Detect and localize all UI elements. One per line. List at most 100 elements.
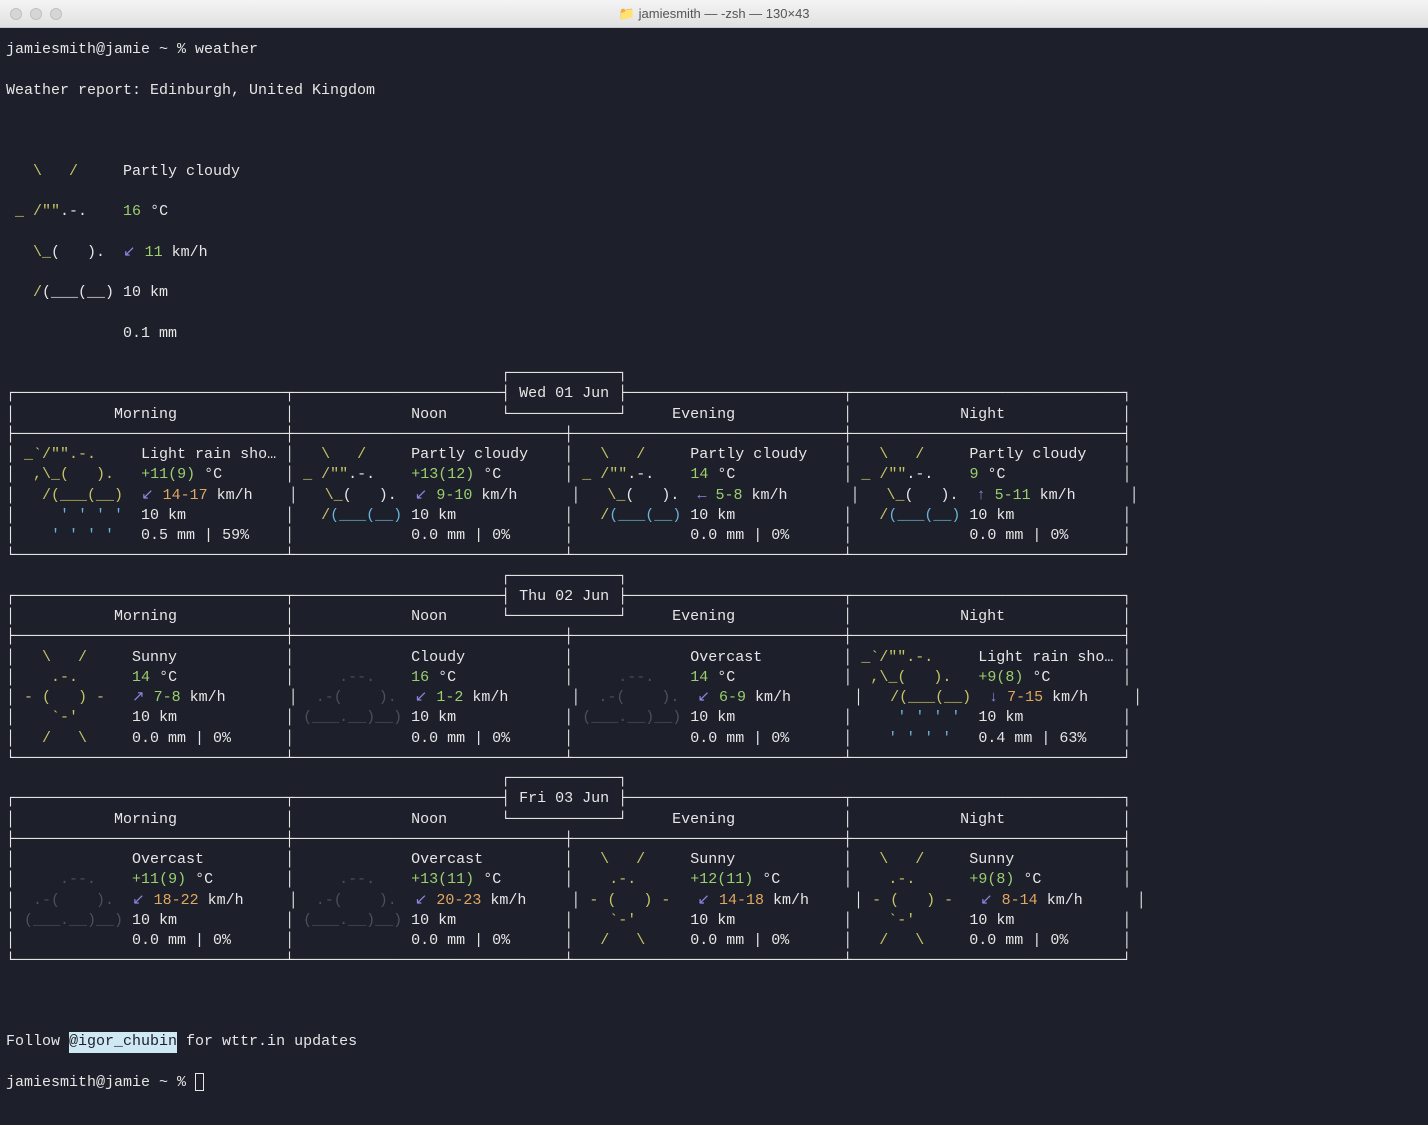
weather-art: .-( ). bbox=[580, 688, 679, 708]
spacer bbox=[6, 324, 123, 344]
follow-text: Follow bbox=[6, 1032, 69, 1052]
spacer bbox=[1050, 668, 1122, 688]
weather-art: .--. bbox=[294, 870, 375, 890]
spacer bbox=[526, 891, 571, 911]
box-border: │ bbox=[6, 931, 15, 951]
box-border: │ bbox=[6, 526, 15, 546]
condition-label: Sunny bbox=[87, 648, 177, 668]
precip-value: 0.5 mm | 59% bbox=[114, 526, 249, 546]
prompt-line: jamiesmith@jamie ~ % bbox=[6, 40, 195, 60]
box-border: │ bbox=[564, 445, 573, 465]
rain-art: ' ' ' ' bbox=[897, 708, 960, 728]
spacer bbox=[573, 526, 690, 546]
twitter-handle-link[interactable]: @igor_chubin bbox=[69, 1032, 177, 1052]
spacer bbox=[375, 465, 411, 485]
spacer bbox=[177, 668, 285, 688]
weather-art: / bbox=[6, 283, 42, 303]
box-border: │ bbox=[6, 668, 15, 688]
box-border: ┌────────────┐ bbox=[6, 769, 627, 789]
box-border: │ bbox=[843, 911, 852, 931]
box-border: │ bbox=[564, 911, 573, 931]
condition-label: Overcast bbox=[690, 648, 762, 668]
spacer bbox=[508, 688, 571, 708]
spacer bbox=[294, 526, 411, 546]
temperature-value: +11 bbox=[132, 870, 159, 890]
spacer bbox=[789, 729, 843, 749]
spacer bbox=[735, 465, 843, 485]
spacer bbox=[1086, 729, 1122, 749]
spacer bbox=[762, 648, 843, 668]
wind-arrow-icon: ↙ bbox=[697, 891, 710, 911]
spacer bbox=[735, 911, 843, 931]
temperature-value: 14 bbox=[690, 668, 708, 688]
box-border: ┌──────────────────────────────┬────────… bbox=[6, 789, 510, 809]
spacer bbox=[1023, 708, 1122, 728]
weather-art: (___.__)__) bbox=[294, 708, 402, 728]
spacer bbox=[1041, 870, 1122, 890]
box-border: │ bbox=[6, 870, 15, 890]
temperature-unit: °C bbox=[753, 870, 780, 890]
spacer bbox=[105, 688, 132, 708]
wind-arrow-icon: ↙ bbox=[123, 243, 136, 263]
box-border: │ bbox=[285, 465, 294, 485]
box-border: │ bbox=[843, 668, 852, 688]
spacer bbox=[791, 688, 854, 708]
box-border: │ bbox=[6, 648, 15, 668]
spacer bbox=[294, 931, 411, 951]
spacer bbox=[636, 870, 690, 890]
wind-arrow-icon: ↙ bbox=[141, 486, 154, 506]
report-line: Weather report: Edinburgh, United Kingdo… bbox=[6, 81, 375, 101]
spacer bbox=[510, 931, 564, 951]
box-border: ┌──────────────────────────────┬────────… bbox=[6, 587, 510, 607]
box-border: │ bbox=[854, 688, 863, 708]
weather-art: `-' bbox=[852, 911, 915, 931]
terminal-output[interactable]: jamiesmith@jamie ~ % weather Weather rep… bbox=[0, 28, 1428, 1125]
cursor-icon bbox=[195, 1073, 204, 1091]
weather-art: .-. bbox=[15, 668, 78, 688]
box-border: │ bbox=[6, 506, 15, 526]
follow-text: for wttr.in updates bbox=[177, 1032, 357, 1052]
wind-arrow-icon: ← bbox=[697, 486, 706, 506]
spacer bbox=[953, 891, 980, 911]
weather-art: \ / bbox=[6, 162, 78, 182]
weather-art: _ /"" bbox=[852, 465, 906, 485]
box-border: │ bbox=[1122, 506, 1131, 526]
spacer bbox=[1014, 506, 1122, 526]
spacer bbox=[789, 526, 843, 546]
weather-art: / \ bbox=[15, 729, 87, 749]
header-row: │ Morning │ Noon └────────────┘ Evening … bbox=[6, 810, 1131, 830]
wind-unit: km/h bbox=[1031, 486, 1076, 506]
box-border: │ bbox=[843, 729, 852, 749]
date-label: Fri 03 Jun bbox=[510, 789, 618, 809]
weather-art: .-( ). bbox=[298, 688, 397, 708]
box-border: │ bbox=[1122, 668, 1131, 688]
wind-arrow-icon: ↙ bbox=[415, 486, 428, 506]
box-border: │ bbox=[285, 911, 294, 931]
wind-speed: 11 bbox=[136, 243, 163, 263]
wind-unit: km/h bbox=[746, 688, 791, 708]
weather-art: / bbox=[573, 506, 609, 526]
visibility-value: 10 km bbox=[402, 911, 456, 931]
weather-art: _`/"".-. bbox=[15, 445, 132, 465]
temperature-value: 16 bbox=[411, 668, 429, 688]
visibility-value: 10 km bbox=[402, 506, 456, 526]
box-border: │ bbox=[285, 870, 294, 890]
condition-label: Sunny bbox=[924, 850, 1014, 870]
precip-value: 0.0 mm | 0% bbox=[924, 931, 1068, 951]
weather-art: \_ bbox=[580, 486, 625, 506]
spacer bbox=[1014, 850, 1122, 870]
box-border: │ bbox=[843, 445, 852, 465]
spacer bbox=[105, 243, 123, 263]
spacer bbox=[573, 648, 690, 668]
weather-art: .-( ). bbox=[15, 891, 114, 911]
spacer bbox=[249, 526, 285, 546]
spacer bbox=[87, 202, 123, 222]
wind-speed: 5-8 bbox=[706, 486, 742, 506]
spacer bbox=[670, 891, 697, 911]
spacer bbox=[177, 911, 285, 931]
box-border: │ bbox=[1137, 891, 1146, 911]
spacer bbox=[1076, 486, 1130, 506]
box-border: │ bbox=[564, 729, 573, 749]
spacer bbox=[294, 648, 411, 668]
precip-value: 0.0 mm | 0% bbox=[645, 931, 789, 951]
